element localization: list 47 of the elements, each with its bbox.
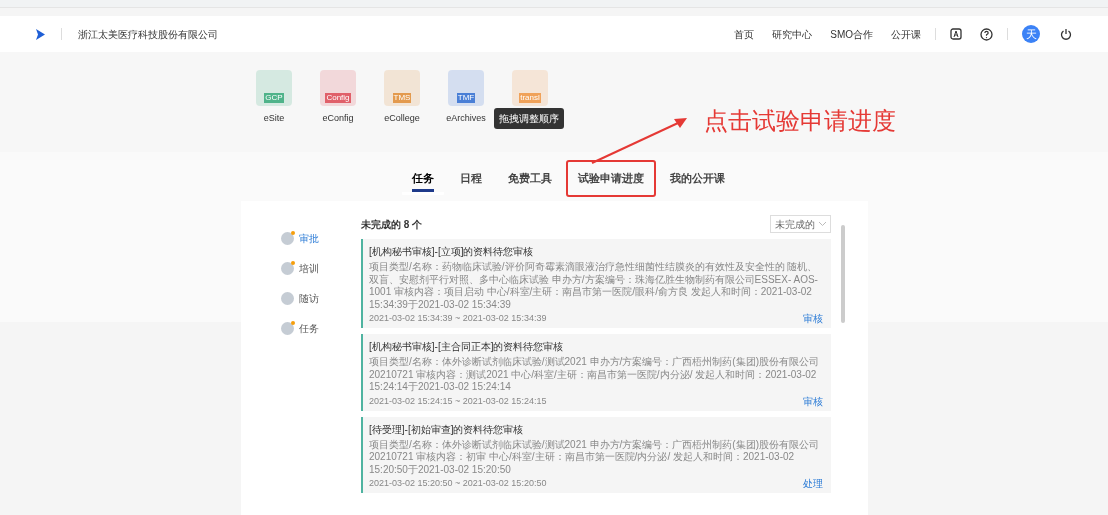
task-detail: 项目类型/名称：药物临床试验/评价阿奇霉素滴眼液治疗急性细菌性结膜炎的有效性及安全性的 随机、双盲、安慰剂平行对照、多中心临床试验 申办方/方案编号：珠海亿胜生物制药有限公司ESSEX- AOS-1001 审核内容：项目启动 中心/科室/主研：南昌市第一医院/眼科/俞方良 发起人和时间：2021-03-02 15:34:39于2021-03-02 15:34:39 [369, 261, 819, 311]
task-time: 2021-03-02 15:34:39 ~ 2021-03-02 15:34:39 [369, 312, 547, 325]
task-title: [机构秘书审核]-[主合同正本]的资料待您审核 [369, 340, 565, 354]
nav-link[interactable]: 首页 [734, 26, 755, 42]
task-action-link[interactable]: 审核 [803, 311, 823, 326]
task-detail: 项目类型/名称：体外诊断试剂临床试验/测试2021 申办方/方案编号：广西梧州制药(集团)股份有限公司20210721 审核内容：测试2021 中心/科室/主研：南昌市第一医院/内分泌/ 发起人和时间：2021-03-02 15:24:14于2021-03-02 15:24:14 [369, 356, 821, 394]
sidebar-item[interactable]: 任务 [281, 321, 319, 336]
tooltip: 拖拽调整顺序 [494, 108, 564, 129]
scrollbar[interactable] [841, 225, 845, 323]
sidebar-item[interactable]: 审批 [281, 231, 319, 246]
task-time: 2021-03-02 15:20:50 ~ 2021-03-02 15:20:50 [369, 477, 547, 490]
sidebar-item[interactable]: 随访 [281, 291, 319, 306]
app-badge: TMF [456, 93, 476, 103]
tab[interactable]: 任务 [400, 160, 446, 197]
task-time: 2021-03-02 15:24:15 ~ 2021-03-02 15:24:15 [369, 394, 547, 408]
app-label: eArchives [446, 112, 486, 125]
power-icon[interactable] [1060, 28, 1072, 40]
app-badge: TMS [392, 93, 412, 103]
annotation-text: 点击试验申请进度 [704, 106, 896, 136]
task-title: [待受理]-[初始审查]的资料待您审核 [369, 422, 525, 437]
sidebar-item[interactable]: 培训 [281, 261, 319, 276]
tab[interactable]: 免费工具 [496, 160, 564, 197]
company-name: 浙江太美医疗科技股份有限公司 [78, 27, 218, 42]
help-icon[interactable] [980, 27, 993, 41]
nav-link[interactable]: SMO合作 [830, 26, 873, 42]
translate-icon[interactable] [950, 28, 962, 40]
logo-icon [36, 28, 45, 40]
task-detail: 项目类型/名称：体外诊断试剂临床试验/测试2021 申办方/方案编号：广西梧州制药(集团)股份有限公司20210721 审核内容：初审 中心/科室/主研：南昌市第一医院/内分泌/ 发起人和时间：2021-03-02 15:20:50于2021-03-02 15:20:50 [369, 438, 821, 476]
pending-count: 未完成的 8 个 [361, 217, 423, 232]
status-dropdown[interactable]: 未完成的 [770, 215, 831, 233]
app-tile[interactable]: TMF [448, 70, 484, 106]
app-badge: transl [519, 93, 541, 103]
nav-link[interactable]: 公开课 [891, 26, 921, 42]
app-label: eSite [263, 112, 285, 125]
nav-link[interactable]: 研究中心 [772, 26, 813, 42]
task-title: [机构秘书审核]-[立项]的资料待您审核 [369, 245, 535, 259]
app-badge: GCP [264, 93, 284, 103]
tab[interactable]: 我的公开课 [658, 160, 737, 197]
chevron-down-icon [819, 222, 826, 226]
task-action-link[interactable]: 审核 [803, 393, 823, 409]
app-label: eConfig [322, 112, 354, 125]
tab[interactable]: 试验申请进度 [566, 160, 656, 197]
tab[interactable]: 日程 [448, 160, 494, 197]
task-action-link[interactable]: 处理 [803, 476, 823, 491]
app-badge: Config [325, 93, 351, 103]
user-avatar[interactable]: 天 [1022, 25, 1040, 43]
app-label: eCollege [384, 112, 420, 125]
